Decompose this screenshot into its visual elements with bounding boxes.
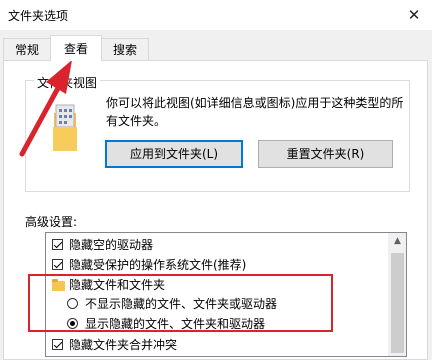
tab-search[interactable]: 搜索 [101,38,149,60]
reset-folders-button[interactable]: 重置文件夹(R) [258,140,393,168]
folder-views-icon [53,104,77,151]
list-item-label: 隐藏文件夹合并冲突 [69,338,178,352]
apply-to-folders-button[interactable]: 应用到文件夹(L) [105,140,243,168]
tab-strip: 常规 查看 搜索 [0,35,432,62]
list-item-label: 不显示隐藏的文件、文件夹或驱动器 [85,297,278,311]
list-item-label: 隐藏文件和文件夹 [69,278,166,292]
tab-general[interactable]: 常规 [3,38,51,60]
folder-icon [52,279,65,291]
scrollbar[interactable]: ▲ [388,233,406,356]
list-item-label: 显示隐藏的文件、文件夹和驱动器 [85,317,266,331]
list-item-label: 隐藏受保护的操作系统文件(推荐) [69,258,247,272]
radio-button[interactable] [67,318,78,329]
list-item-label: 隐藏空的驱动器 [69,238,154,252]
checkbox[interactable] [52,259,63,270]
folder-views-label: 文件夹视图 [34,74,101,91]
checkbox[interactable] [52,339,63,350]
window-title: 文件夹选项 [8,9,69,23]
checkbox[interactable] [52,239,63,250]
tab-view[interactable]: 查看 [50,35,102,61]
advanced-settings-list[interactable]: 隐藏空的驱动器 隐藏受保护的操作系统文件(推荐) 隐藏文件和文件夹 不显示隐藏的… [45,232,407,357]
folder-views-description: 你可以将此视图(如详细信息或图标)应用于这种类型的所有文件夹。 [106,96,404,128]
scrollbar-thumb[interactable] [391,253,404,353]
title-bar: 文件夹选项 ✕ [0,0,432,30]
radio-button[interactable] [67,298,78,309]
close-icon[interactable]: ✕ [396,0,432,30]
chevron-up-icon[interactable]: ▲ [389,233,406,250]
advanced-settings-label: 高级设置: [25,215,78,229]
